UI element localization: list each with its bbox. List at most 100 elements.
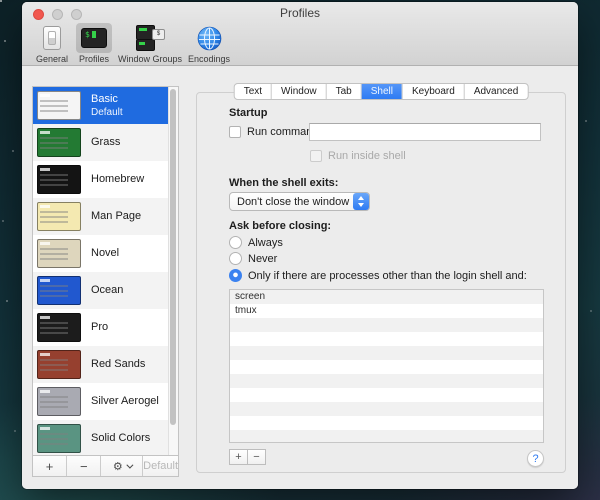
profile-tab-bar: Text Window Tab Shell Keyboard Advanced — [234, 83, 529, 100]
encodings-globe-icon — [197, 26, 222, 51]
run-command-checkbox[interactable] — [229, 126, 241, 138]
run-inside-shell-checkbox[interactable] — [310, 150, 322, 162]
window-title: Profiles — [22, 6, 578, 20]
window-content: Basic Default Grass Homebrew Man Page — [22, 66, 578, 489]
profile-row-basic[interactable]: Basic Default — [33, 87, 178, 124]
profiles-terminal-icon: $ — [81, 28, 107, 48]
gear-icon: ⚙ — [113, 460, 123, 473]
toolbar-item-window-groups[interactable]: $ Window Groups — [118, 23, 182, 64]
profile-thumbnail — [37, 350, 81, 379]
profile-row-solid-colors[interactable]: Solid Colors — [33, 420, 178, 455]
profile-row-red-sands[interactable]: Red Sands — [33, 346, 178, 383]
toolbar-label: Window Groups — [118, 54, 182, 64]
profile-name: Man Page — [91, 210, 141, 223]
run-inside-shell-label: Run inside shell — [328, 150, 406, 162]
profile-name: Novel — [91, 247, 119, 260]
process-row[interactable]: screen — [230, 290, 543, 304]
help-button[interactable]: ? — [527, 450, 544, 467]
window-chrome: Profiles General $ Profiles $ Window Gro… — [22, 2, 578, 66]
radio-row-only-if: Only if there are processes other than t… — [229, 269, 527, 282]
profile-row-novel[interactable]: Novel — [33, 235, 178, 272]
profile-row-grass[interactable]: Grass — [33, 124, 178, 161]
radio-row-never: Never — [229, 252, 277, 265]
profile-row-silver-aerogel[interactable]: Silver Aerogel — [33, 383, 178, 420]
process-row-empty — [230, 430, 543, 443]
profile-name: Homebrew — [91, 173, 144, 186]
profile-thumbnail — [37, 165, 81, 194]
default-button[interactable]: Default — [143, 456, 178, 476]
never-label: Never — [248, 253, 277, 265]
toolbar-item-profiles[interactable]: $ Profiles — [76, 23, 112, 64]
profile-thumbnail — [37, 202, 81, 231]
toolbar: General $ Profiles $ Window Groups — [34, 23, 230, 64]
profile-name: Grass — [91, 136, 120, 149]
shell-tab-pane: Startup Run command: Run inside shell Wh… — [196, 92, 566, 473]
chevron-down-icon — [126, 461, 133, 468]
tab-window[interactable]: Window — [272, 84, 327, 99]
ask-before-closing-heading: Ask before closing: — [229, 220, 331, 232]
toolbar-item-encodings[interactable]: Encodings — [188, 23, 230, 64]
remove-process-button[interactable]: − — [247, 449, 266, 465]
run-command-row: Run command: — [229, 126, 322, 138]
process-row-empty — [230, 332, 543, 346]
toolbar-label: Encodings — [188, 54, 230, 64]
profile-name: Pro — [91, 321, 108, 334]
desktop-stars — [0, 0, 2, 2]
general-switch-icon — [43, 26, 61, 50]
profile-row-man-page[interactable]: Man Page — [33, 198, 178, 235]
remove-profile-button[interactable]: − — [67, 456, 101, 476]
sidebar-button-bar: + − ⚙ Default — [33, 455, 178, 476]
toolbar-label: General — [36, 54, 68, 64]
process-row-empty — [230, 388, 543, 402]
profile-name: Red Sands — [91, 358, 145, 371]
tab-tab[interactable]: Tab — [327, 84, 362, 99]
radio-row-always: Always — [229, 236, 283, 249]
process-row[interactable]: tmux — [230, 304, 543, 318]
process-row-empty — [230, 318, 543, 332]
profile-row-ocean[interactable]: Ocean — [33, 272, 178, 309]
popup-stepper-icon — [353, 193, 369, 210]
never-radio[interactable] — [229, 252, 242, 265]
profile-thumbnail — [37, 276, 81, 305]
tab-advanced[interactable]: Advanced — [465, 84, 527, 99]
add-profile-button[interactable]: + — [33, 456, 67, 476]
profile-name: Silver Aerogel — [91, 395, 159, 408]
profile-name: Ocean — [91, 284, 123, 297]
always-radio[interactable] — [229, 236, 242, 249]
process-row-empty — [230, 374, 543, 388]
tab-keyboard[interactable]: Keyboard — [403, 84, 465, 99]
profile-thumbnail — [37, 424, 81, 453]
run-inside-shell-row: Run inside shell — [310, 150, 406, 162]
tab-text[interactable]: Text — [235, 84, 272, 99]
profile-thumbnail — [37, 239, 81, 268]
run-command-input[interactable] — [309, 123, 541, 141]
shell-exits-popup[interactable]: Don't close the window — [229, 192, 370, 211]
scrollbar-thumb[interactable] — [170, 89, 176, 425]
tab-shell[interactable]: Shell — [362, 84, 403, 99]
profile-list: Basic Default Grass Homebrew Man Page — [33, 87, 178, 455]
profile-list-scrollbar[interactable] — [168, 87, 178, 455]
only-if-processes-label: Only if there are processes other than t… — [248, 270, 527, 282]
titlebar[interactable]: Profiles — [22, 2, 578, 22]
shell-exits-heading: When the shell exits: — [229, 177, 338, 189]
process-row-empty — [230, 346, 543, 360]
add-process-button[interactable]: + — [229, 449, 248, 465]
process-list[interactable]: screen tmux — [229, 289, 544, 443]
shell-exits-selected-value: Don't close the window — [230, 196, 353, 208]
profile-thumbnail — [37, 387, 81, 416]
always-label: Always — [248, 237, 283, 249]
window-groups-icon: $ — [135, 25, 165, 51]
toolbar-item-general[interactable]: General — [34, 23, 70, 64]
process-row-empty — [230, 416, 543, 430]
process-list-buttons: + − — [229, 449, 266, 465]
profile-row-homebrew[interactable]: Homebrew — [33, 161, 178, 198]
preferences-window: Profiles General $ Profiles $ Window Gro… — [22, 2, 578, 489]
process-row-empty — [230, 402, 543, 416]
profile-action-menu-button[interactable]: ⚙ — [101, 456, 143, 476]
profile-row-pro[interactable]: Pro — [33, 309, 178, 346]
startup-heading: Startup — [229, 107, 268, 119]
process-row-empty — [230, 360, 543, 374]
profile-name: Solid Colors — [91, 432, 150, 445]
only-if-processes-radio[interactable] — [229, 269, 242, 282]
profile-thumbnail — [37, 128, 81, 157]
